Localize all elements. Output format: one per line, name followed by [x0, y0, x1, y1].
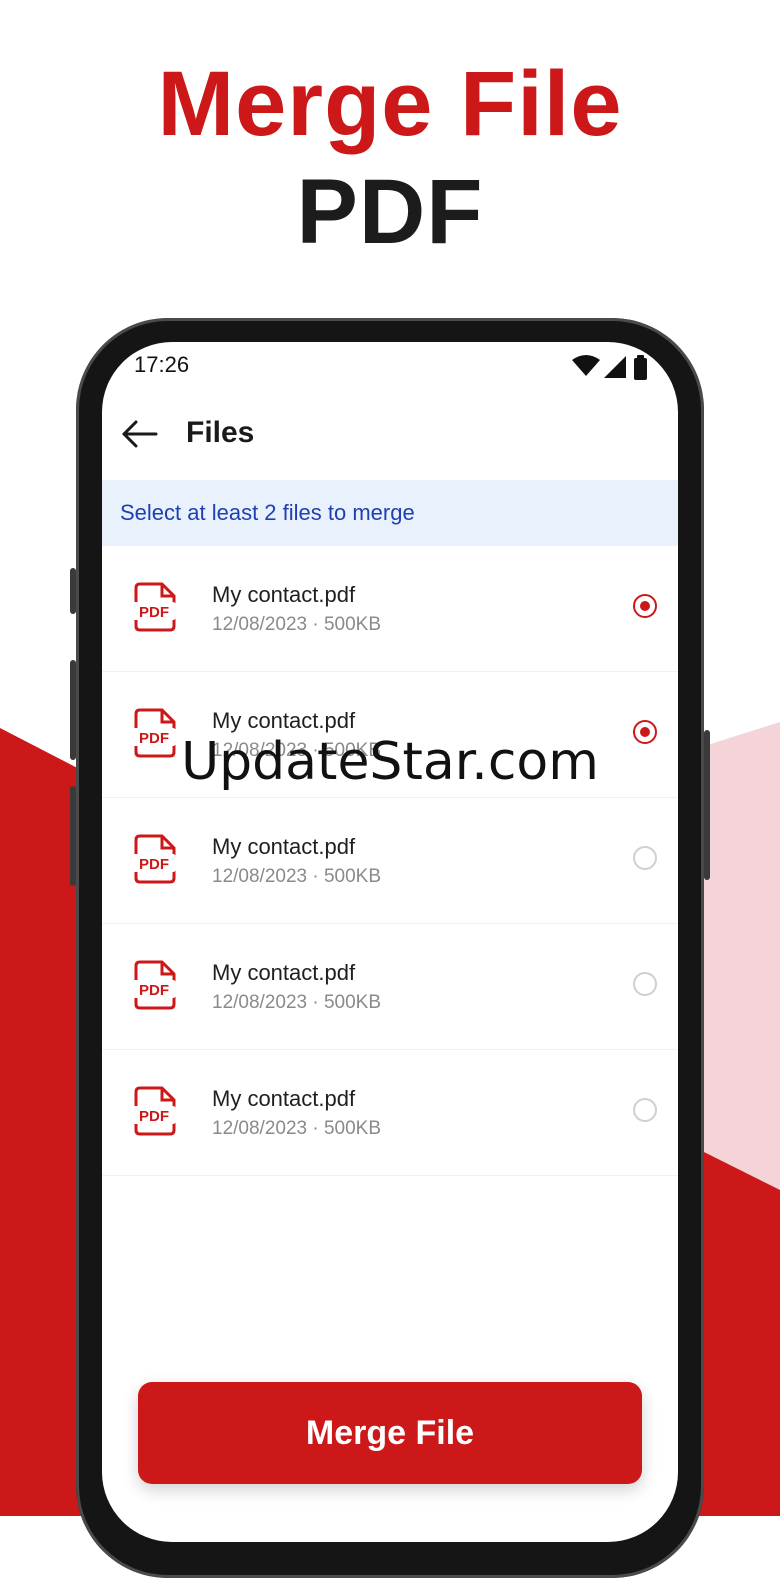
arrow-left-icon[interactable] — [120, 416, 160, 452]
file-select-radio[interactable] — [633, 1098, 657, 1122]
svg-text:PDF: PDF — [139, 1108, 169, 1125]
status-icons — [572, 355, 647, 380]
file-name: My contact.pdf — [212, 834, 356, 859]
file-select-radio[interactable] — [633, 594, 657, 618]
phone-side-button-volume-down — [70, 786, 76, 886]
file-meta: 12/08/2023 · 500KB — [212, 1118, 382, 1139]
headline-merge-file: Merge File — [157, 53, 623, 155]
watermark: UpdateStar.com — [181, 732, 599, 792]
file-row[interactable]: PDF My contact.pdf 12/08/2023 · 500KB — [102, 1050, 678, 1176]
file-row[interactable]: PDF My contact.pdf 12/08/2023 · 500KB — [102, 546, 678, 672]
file-meta: 12/08/2023 · 500KB — [212, 614, 382, 635]
file-name: My contact.pdf — [212, 1086, 356, 1111]
headline-pdf: PDF — [296, 161, 484, 263]
pdf-file-icon: PDF — [132, 582, 176, 632]
page-title: Files — [186, 416, 255, 449]
file-meta: 12/08/2023 · 500KB — [212, 866, 382, 887]
file-select-radio[interactable] — [633, 846, 657, 870]
file-name: My contact.pdf — [212, 708, 356, 733]
file-row[interactable]: PDF My contact.pdf 12/08/2023 · 500KB — [102, 798, 678, 924]
info-banner: Select at least 2 files to merge — [102, 480, 678, 546]
phone-side-button-top — [70, 568, 76, 614]
info-banner-text: Select at least 2 files to merge — [120, 500, 415, 525]
file-list: PDF My contact.pdf 12/08/2023 · 500KB PD… — [102, 546, 678, 1176]
file-name: My contact.pdf — [212, 960, 356, 985]
svg-text:PDF: PDF — [139, 982, 169, 999]
status-time: 17:26 — [134, 352, 190, 377]
phone-screen: 17:26 Files Select at least 2 files to m… — [102, 342, 678, 1542]
battery-icon — [634, 358, 647, 380]
file-select-radio[interactable] — [633, 972, 657, 996]
app-bar: Files — [102, 402, 678, 466]
wifi-icon — [572, 355, 600, 376]
file-name: My contact.pdf — [212, 582, 356, 607]
file-meta: 12/08/2023 · 500KB — [212, 992, 382, 1013]
pdf-file-icon: PDF — [132, 834, 176, 884]
pdf-file-icon: PDF — [132, 960, 176, 1010]
svg-text:PDF: PDF — [139, 604, 169, 621]
status-bar: 17:26 — [102, 342, 678, 390]
pdf-file-icon: PDF — [132, 1086, 176, 1136]
file-row[interactable]: PDF My contact.pdf 12/08/2023 · 500KB — [102, 924, 678, 1050]
svg-text:PDF: PDF — [139, 856, 169, 873]
merge-file-button[interactable]: Merge File — [138, 1382, 642, 1484]
signal-icon — [604, 356, 626, 378]
